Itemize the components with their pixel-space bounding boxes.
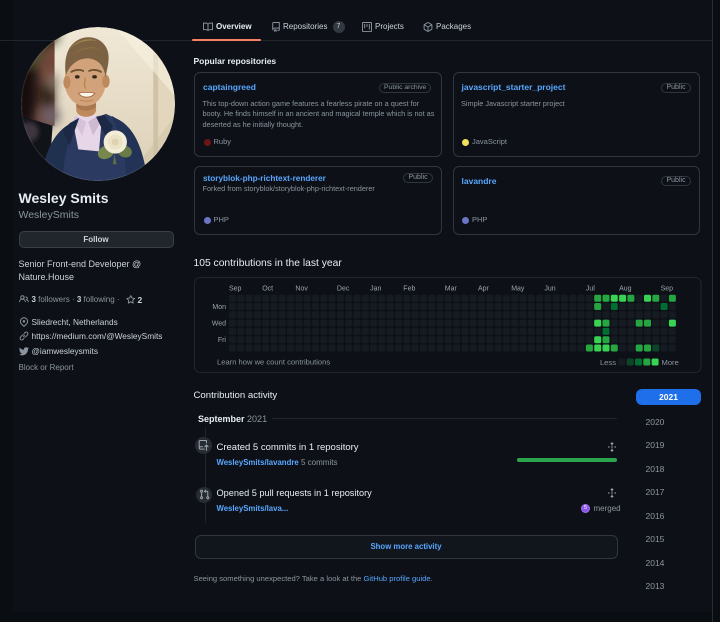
svg-text:Jul: Jul xyxy=(586,286,595,293)
svg-text:Oct: Oct xyxy=(262,286,273,293)
svg-text:Wed: Wed xyxy=(212,321,226,328)
svg-text:Feb: Feb xyxy=(403,286,415,293)
svg-text:Jan: Jan xyxy=(370,286,381,293)
svg-text:Aug: Aug xyxy=(619,286,632,293)
svg-text:More: More xyxy=(662,358,679,367)
svg-text:Mar: Mar xyxy=(445,286,458,293)
svg-text:Sep: Sep xyxy=(229,286,242,293)
svg-text:Jun: Jun xyxy=(544,286,555,293)
svg-text:Less: Less xyxy=(600,358,616,367)
svg-text:Dec: Dec xyxy=(337,286,350,293)
svg-text:Nov: Nov xyxy=(295,286,308,293)
svg-text:May: May xyxy=(511,286,525,293)
svg-text:Mon: Mon xyxy=(212,304,226,311)
svg-text:Fri: Fri xyxy=(218,337,227,344)
svg-text:Learn how we count contributio: Learn how we count contributions xyxy=(217,358,330,367)
svg-text:Sep: Sep xyxy=(661,286,674,293)
svg-text:Apr: Apr xyxy=(478,286,490,293)
